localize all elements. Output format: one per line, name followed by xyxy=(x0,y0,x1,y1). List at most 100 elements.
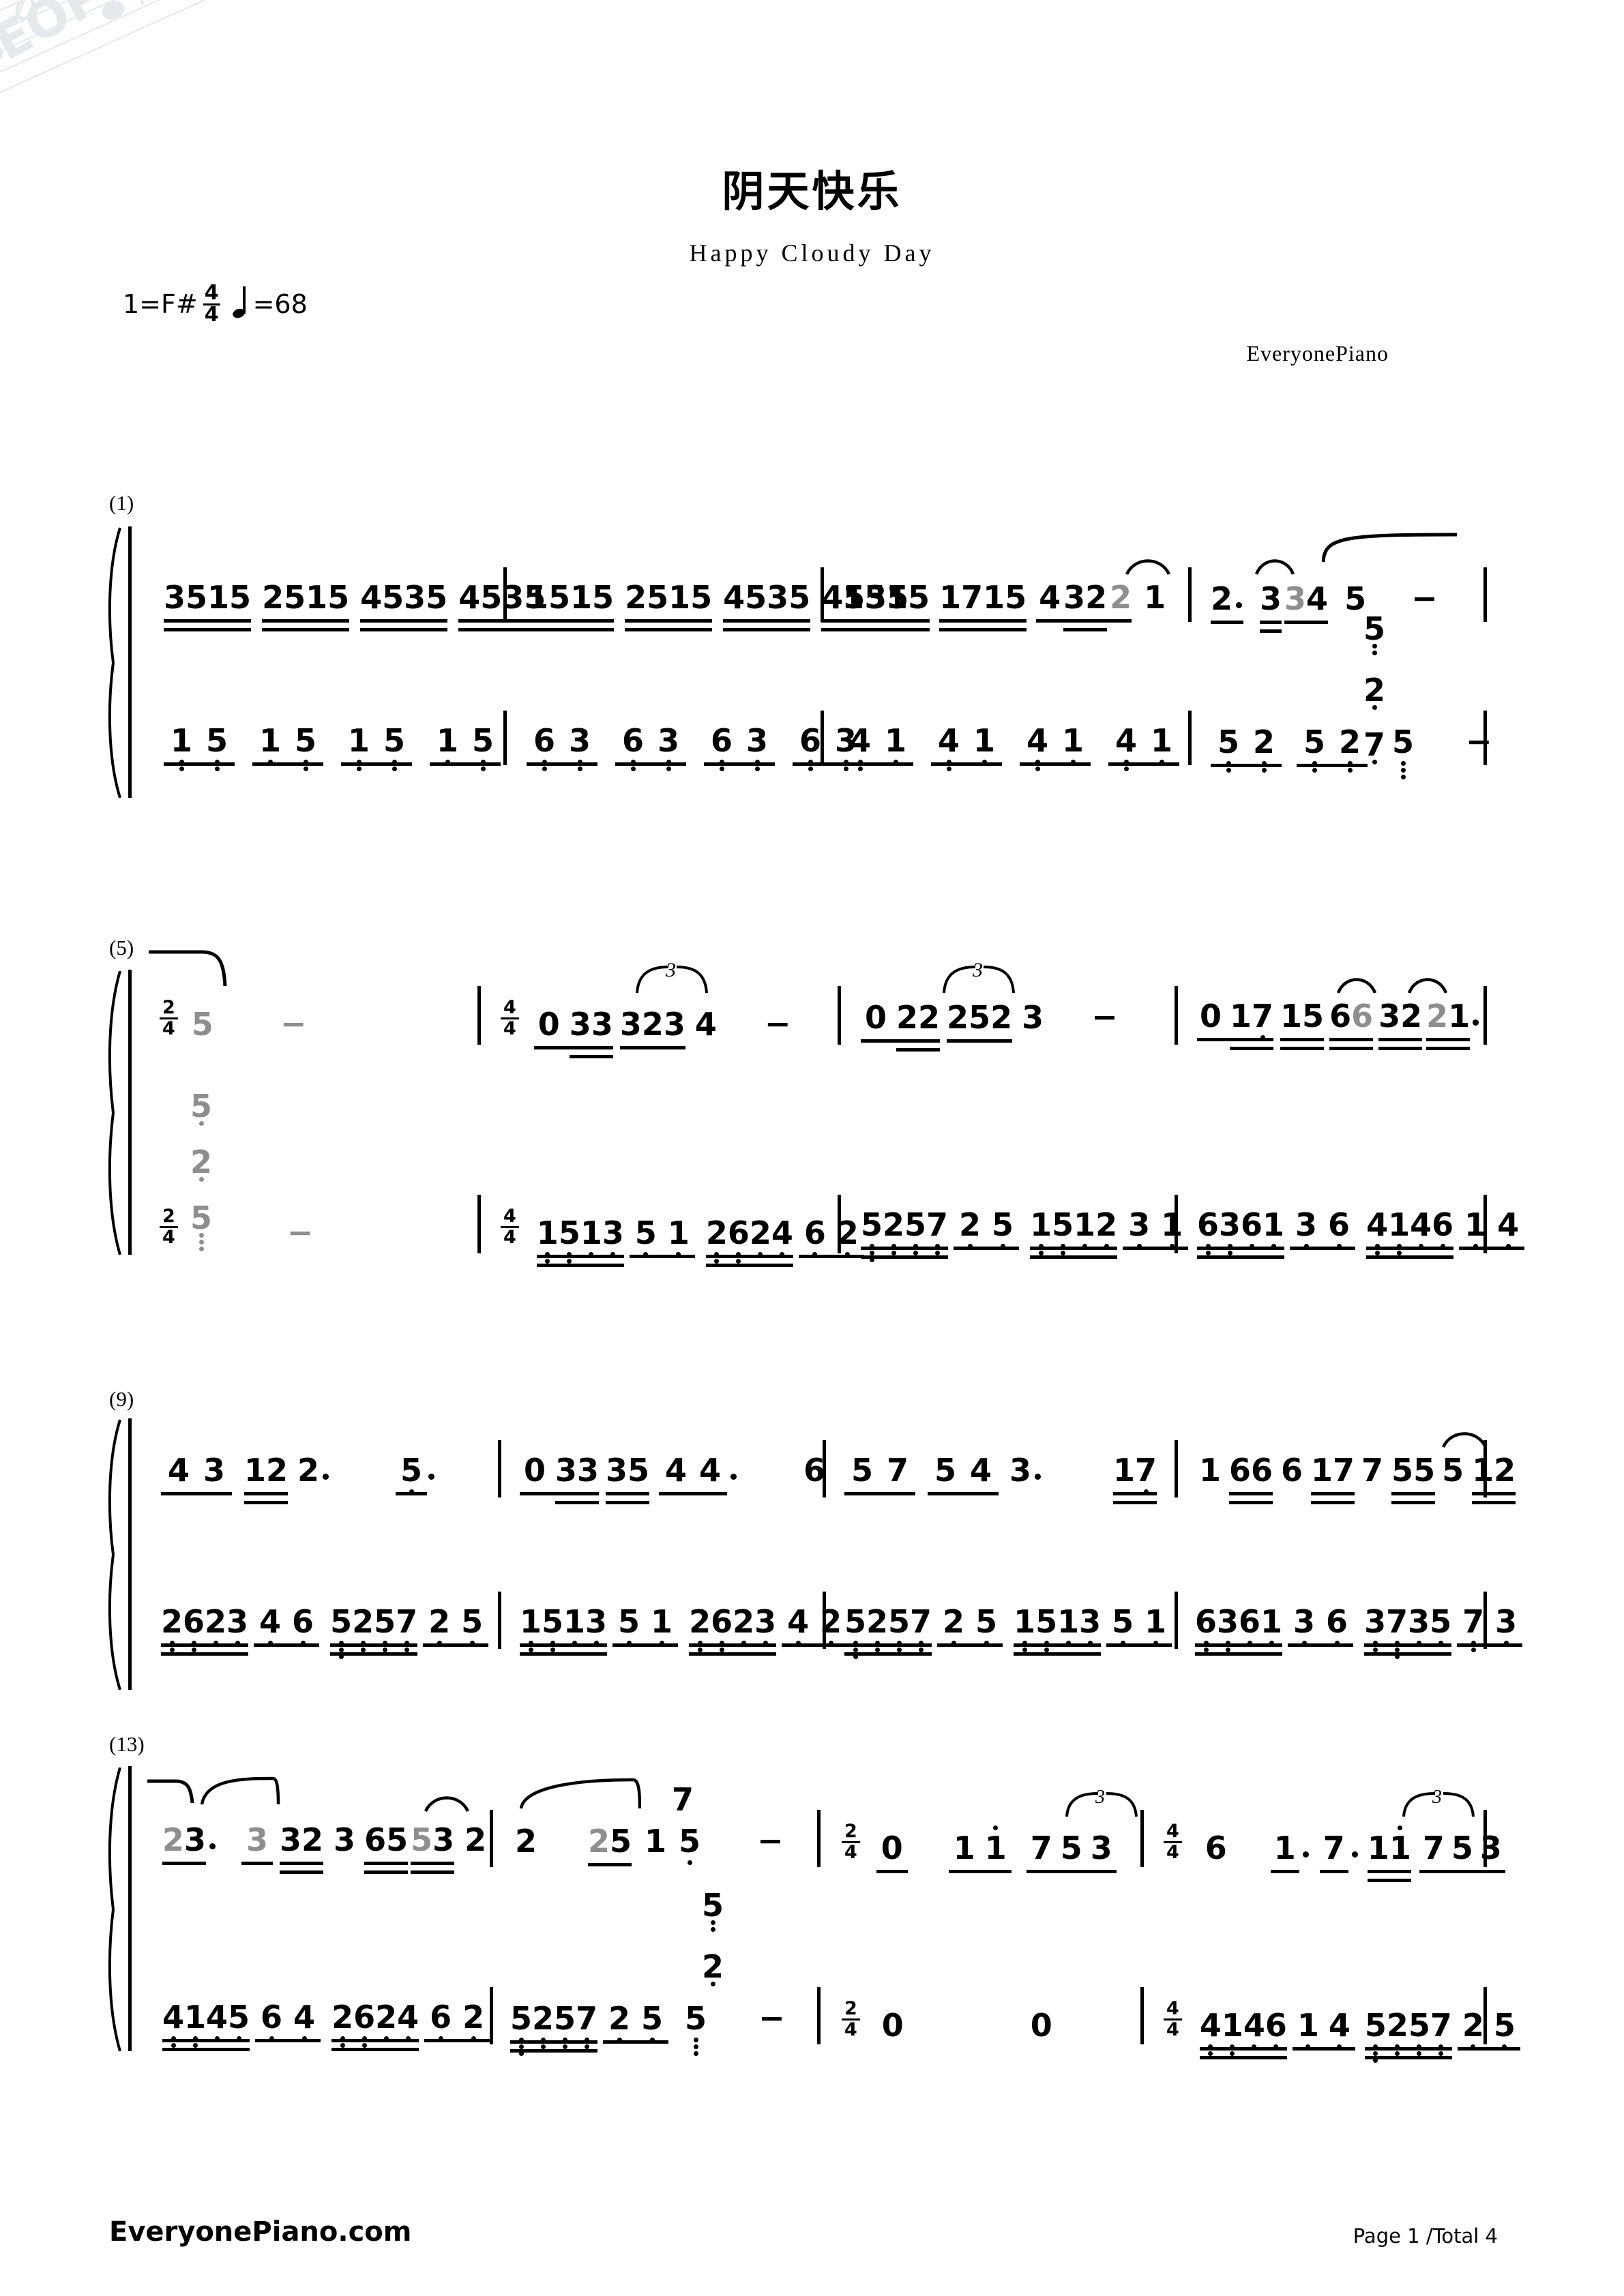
footer-page: Page 1 /Total 4 xyxy=(1353,2224,1498,2248)
note-group: 017 xyxy=(1197,998,1274,1050)
note-group: 1513 xyxy=(536,1215,624,1267)
time-signature-4-4: 44 xyxy=(1164,1821,1182,1863)
barline xyxy=(823,1440,826,1497)
note-group: 57 xyxy=(844,1452,915,1495)
tie-arc xyxy=(1254,559,1295,575)
barline xyxy=(838,1195,841,1253)
note-group: 6361 xyxy=(1197,1207,1285,1259)
tie-arc-long xyxy=(1322,533,1458,563)
tempo-value: =68 xyxy=(252,289,308,319)
note-group: 3 xyxy=(1260,580,1282,633)
note-group: 53 xyxy=(411,1821,455,1874)
bass-row-1d: 52 52 5 − xyxy=(1211,723,1492,779)
treble-row-1d: 2 3 34 5 − xyxy=(1211,580,1438,633)
note-group: 2623 xyxy=(689,1604,777,1656)
barline xyxy=(1483,567,1487,622)
barline xyxy=(1188,567,1192,622)
note-group: 23 xyxy=(162,1821,207,1865)
note-group: 25 xyxy=(603,2001,669,2044)
treble-row-4: 23 3 32 3 65 53 2 xyxy=(162,1821,491,1874)
note-group: 033 xyxy=(520,1452,600,1504)
bass-row-3d: 6361 36 3735 73 xyxy=(1195,1604,1523,1659)
bass-row-4d: 44 4146 14 5257 25 xyxy=(1160,1999,1520,2063)
barline xyxy=(1175,1195,1178,1253)
note-group: 022 xyxy=(861,1000,941,1052)
note: 4 xyxy=(694,1005,717,1043)
time-signature-4-4: 44 xyxy=(1164,1999,1182,2040)
note-group: 11 xyxy=(948,1825,1012,1873)
svg-text:3: 3 xyxy=(972,960,983,981)
note-group: 65 xyxy=(364,1821,409,1874)
page-title: 阴天快乐 xyxy=(722,166,902,216)
note-group: 3735 xyxy=(1364,1604,1452,1659)
barline xyxy=(1188,711,1192,765)
triplet-bracket: 3 xyxy=(1402,1787,1475,1817)
note: 7 xyxy=(1361,1452,1384,1489)
note-group: 1 xyxy=(1270,1830,1299,1873)
barline xyxy=(1175,1440,1178,1497)
barline xyxy=(503,711,507,765)
bass-row-3: 2623 46 5257 25 xyxy=(161,1604,489,1659)
note-dash: − xyxy=(758,1999,785,2036)
note-group: 2515 xyxy=(262,579,350,631)
note-group: 15 xyxy=(1280,998,1325,1050)
time-signature-2-4: 24 xyxy=(160,1206,178,1248)
tie-arc xyxy=(1407,978,1448,994)
note-group: 1513 xyxy=(1014,1604,1102,1656)
measure-number-5: (5) xyxy=(109,936,134,959)
tie-arc xyxy=(1336,978,1377,994)
treble-row-2b: 44 033 323 4 − xyxy=(497,998,791,1058)
eop-watermark: EOP xyxy=(0,0,266,177)
note-group: 25 xyxy=(937,1604,1003,1647)
note-group: 51 xyxy=(612,1604,679,1647)
note-group: 12 xyxy=(1472,1452,1516,1504)
system-barline-left-2 xyxy=(128,970,132,1255)
bass-row-3b: 1513 51 2623 42 xyxy=(520,1604,848,1656)
barline xyxy=(477,1195,481,1253)
barline xyxy=(1175,1592,1178,1649)
note: 1 xyxy=(1198,1452,1221,1489)
note-group: 36 xyxy=(1290,1207,1356,1250)
note-group: 033 xyxy=(533,1007,613,1058)
note-group: 1715 xyxy=(939,579,1027,631)
note-group: 55 xyxy=(1391,1452,1436,1504)
note-group: 41 xyxy=(1020,723,1091,771)
note-group: 4322 xyxy=(1036,579,1132,631)
note-group: 2623 xyxy=(161,1604,249,1656)
note: 5 xyxy=(190,1088,212,1126)
note-group: 32 xyxy=(1063,579,1108,631)
measure-number-13: (13) xyxy=(109,1732,145,1756)
note-group: 6361 xyxy=(1195,1604,1283,1656)
note-group: 0 xyxy=(876,1830,908,1873)
note-group: 46 xyxy=(254,1604,320,1647)
note-group: 4535 xyxy=(360,579,448,631)
note-group: 5257 xyxy=(330,1604,418,1659)
chord-stack: 5 2 7 xyxy=(1356,611,1393,764)
key-signature: 1=F# xyxy=(123,289,198,319)
note: 3 xyxy=(334,1821,356,1858)
note: 1 xyxy=(1144,579,1166,616)
quarter-note-icon xyxy=(233,286,249,319)
system-barline-left-4 xyxy=(128,1766,132,2051)
svg-text:3: 3 xyxy=(665,960,676,981)
note-dash: − xyxy=(1411,580,1438,616)
note-group: 14 xyxy=(1292,2008,1355,2051)
note: 3 xyxy=(1022,999,1044,1036)
bass-row-2: 24 − xyxy=(156,1206,313,1251)
treble-row-3b: 033 35 44 6 xyxy=(520,1452,825,1504)
note: 3 xyxy=(1009,1452,1032,1489)
bass-row-2b: 44 1513 51 2624 62 xyxy=(497,1206,864,1267)
note-group: 17 xyxy=(1311,1452,1355,1504)
note-group: 2515 xyxy=(625,579,713,631)
system-barline-left-1 xyxy=(128,526,132,798)
note-group: 4146 xyxy=(1199,2008,1287,2059)
note-group: 35 xyxy=(606,1452,650,1504)
author-credit: EveryonePiano xyxy=(1246,341,1389,366)
note-group: 64 xyxy=(255,1999,321,2042)
note-group: 31 xyxy=(1123,1207,1189,1250)
note-group: 4145 xyxy=(162,1999,250,2051)
treble-row-1: 3515 2515 4535 4535 xyxy=(164,579,561,631)
note-group: 63 xyxy=(615,723,686,771)
note: 0 xyxy=(1030,2006,1052,2044)
treble-row-2d: 017 15 66 32 21 xyxy=(1197,998,1480,1050)
